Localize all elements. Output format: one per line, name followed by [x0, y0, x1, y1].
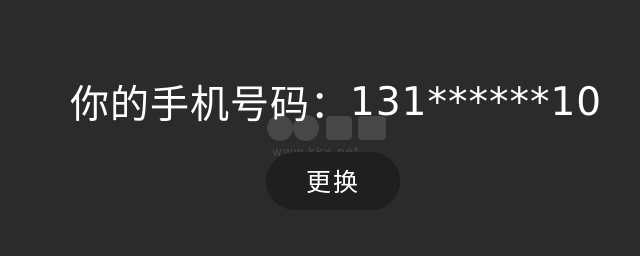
phone-number-label: 你的手机号码： — [70, 83, 351, 128]
phone-number-line: 你的手机号码： 131******10 — [70, 78, 603, 129]
phone-number-value: 131******10 — [350, 79, 603, 125]
change-number-button[interactable]: 更换 — [266, 152, 400, 210]
phone-info-screen: 你的手机号码： 131******10 www.kkx.net 更换 — [0, 0, 640, 256]
